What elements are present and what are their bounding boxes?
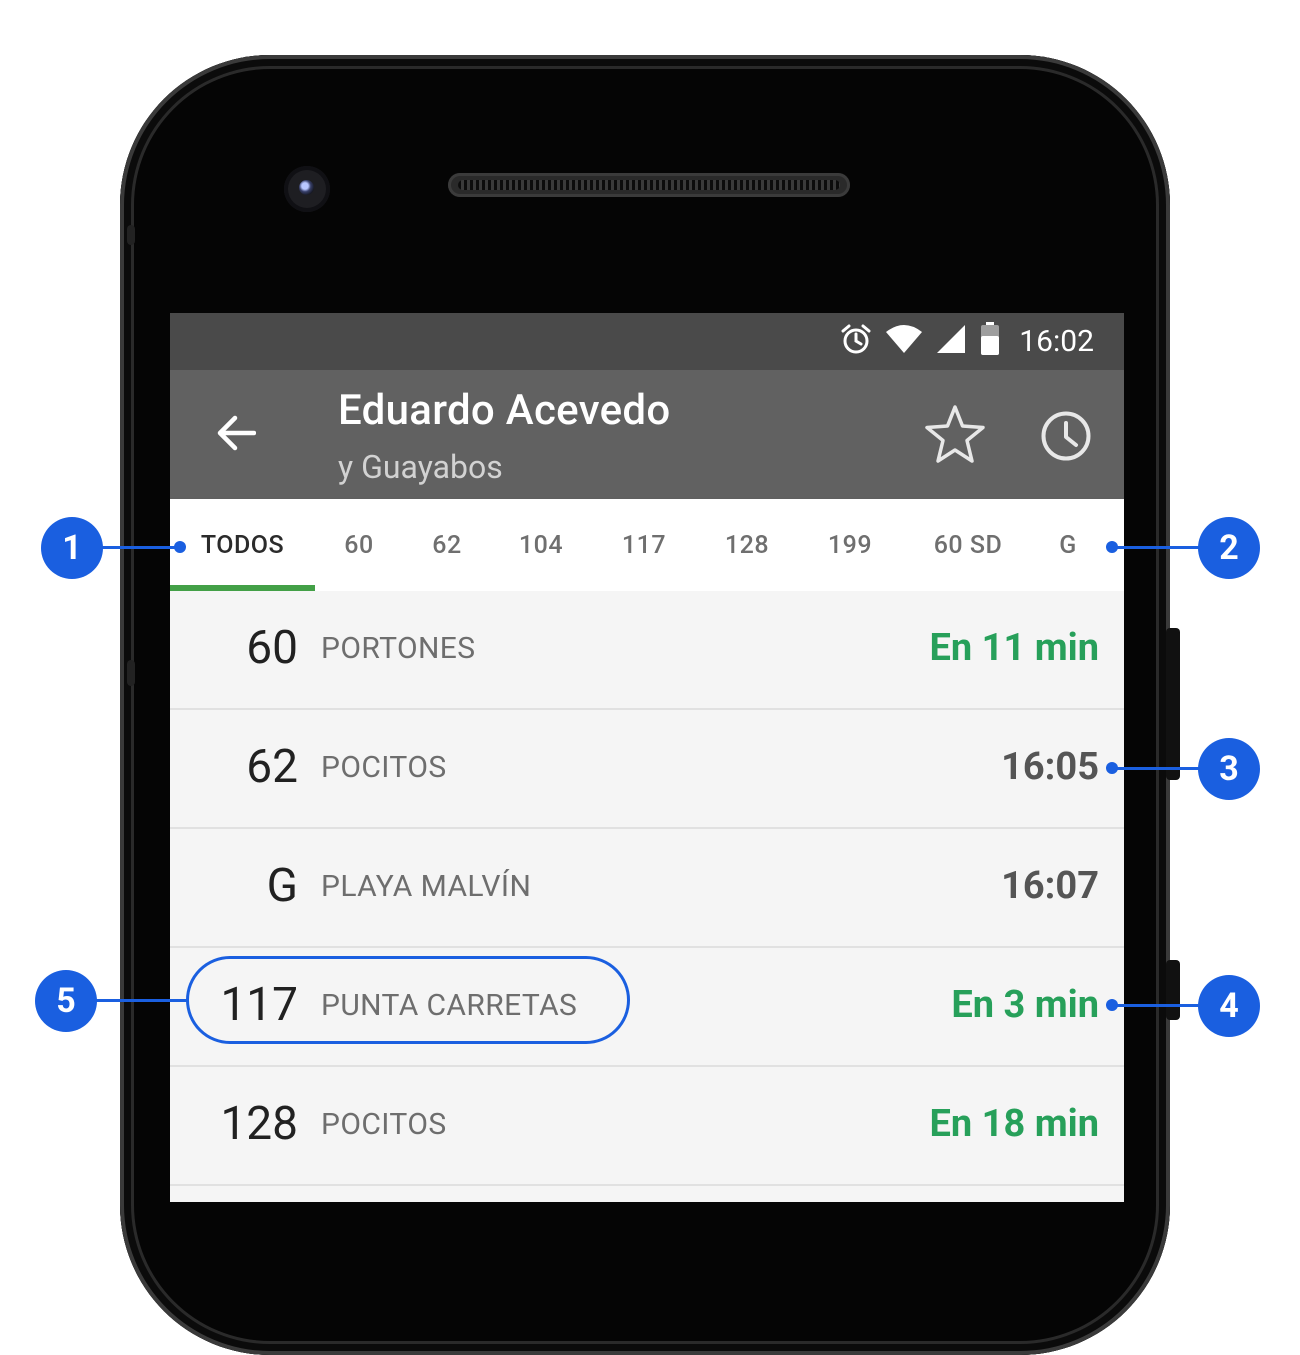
favorite-button[interactable] [922, 403, 988, 469]
callout-5-line [90, 999, 188, 1002]
back-button[interactable] [208, 410, 264, 460]
arrival-row[interactable]: 128 POCITOS En 18 min [170, 1067, 1124, 1186]
callout-1-dot [174, 541, 186, 553]
page-subtitle: y Guayabos [338, 448, 503, 486]
tab-route-60sd[interactable]: 60 SD [918, 499, 1018, 591]
star-outline-icon [923, 403, 987, 469]
phone-side-button [127, 660, 135, 686]
front-camera [284, 166, 330, 212]
route-number: G [266, 859, 298, 913]
clock-icon [1040, 410, 1092, 466]
battery-icon [979, 322, 1001, 360]
callout-3-line [1112, 767, 1202, 770]
arrival-row[interactable]: 62 POCITOS 16:05 [170, 710, 1124, 829]
callout-badge-3: 3 [1198, 738, 1260, 800]
schedule-button[interactable] [1035, 407, 1097, 469]
tab-todos[interactable]: TODOS [170, 499, 315, 591]
tab-route-60[interactable]: 60 [320, 499, 398, 591]
destination-label: PORTONES [321, 631, 476, 666]
volume-button [1166, 960, 1180, 1020]
phone-side-button [127, 225, 135, 245]
tab-route-104[interactable]: 104 [496, 499, 586, 591]
callout-3-dot [1106, 762, 1118, 774]
destination-label: POCITOS [321, 1107, 447, 1142]
route-number: 60 [246, 621, 298, 675]
arrival-row[interactable]: 60 PORTONES En 11 min [170, 591, 1124, 710]
status-time: 16:02 [1019, 323, 1094, 359]
callout-4-dot [1106, 999, 1118, 1011]
eta-realtime: En 18 min [929, 1102, 1099, 1146]
tab-route-62[interactable]: 62 [408, 499, 486, 591]
arrivals-list: 60 PORTONES En 11 min 62 POCITOS 16:05 G… [170, 591, 1124, 1202]
destination-label: PLAYA MALVÍN [321, 869, 532, 904]
tab-route-g[interactable]: G [1038, 499, 1098, 591]
destination-label: POCITOS [321, 750, 447, 785]
page-title: Eduardo Acevedo [338, 386, 671, 435]
route-tabs: TODOS 60 62 104 117 128 199 60 SD G [170, 499, 1124, 591]
eta-realtime: En 11 min [929, 626, 1099, 670]
app-toolbar: Eduardo Acevedo y Guayabos [170, 370, 1124, 499]
tab-route-199[interactable]: 199 [804, 499, 896, 591]
eta-realtime: En 3 min [951, 983, 1099, 1027]
callout-2-dot [1106, 541, 1118, 553]
callout-4-line [1112, 1004, 1202, 1007]
callout-2-line [1112, 546, 1202, 549]
arrival-row[interactable]: G PLAYA MALVÍN 16:07 [170, 829, 1124, 948]
app-screen: 16:02 Eduardo Acevedo y Guayabos TODOS 6… [170, 313, 1124, 1202]
alarm-icon [839, 322, 873, 360]
route-number: 128 [220, 1097, 298, 1151]
arrival-row[interactable] [170, 1186, 1124, 1202]
callout-badge-1: 1 [41, 517, 103, 579]
tab-route-117[interactable]: 117 [598, 499, 690, 591]
signal-icon [935, 324, 967, 358]
eta-scheduled: 16:07 [1001, 864, 1099, 908]
callout-badge-4: 4 [1198, 975, 1260, 1037]
power-button [1166, 628, 1180, 780]
eta-scheduled: 16:05 [1001, 745, 1099, 789]
callout-badge-5: 5 [35, 970, 97, 1032]
earpiece-speaker [448, 173, 850, 197]
arrow-left-icon [216, 415, 257, 455]
route-number: 62 [246, 740, 298, 794]
tab-route-128[interactable]: 128 [702, 499, 792, 591]
callout-badge-2: 2 [1198, 517, 1260, 579]
route-highlight-oval [186, 956, 630, 1044]
status-bar: 16:02 [170, 313, 1124, 370]
wifi-icon [885, 323, 923, 359]
callout-1-line [96, 546, 180, 549]
